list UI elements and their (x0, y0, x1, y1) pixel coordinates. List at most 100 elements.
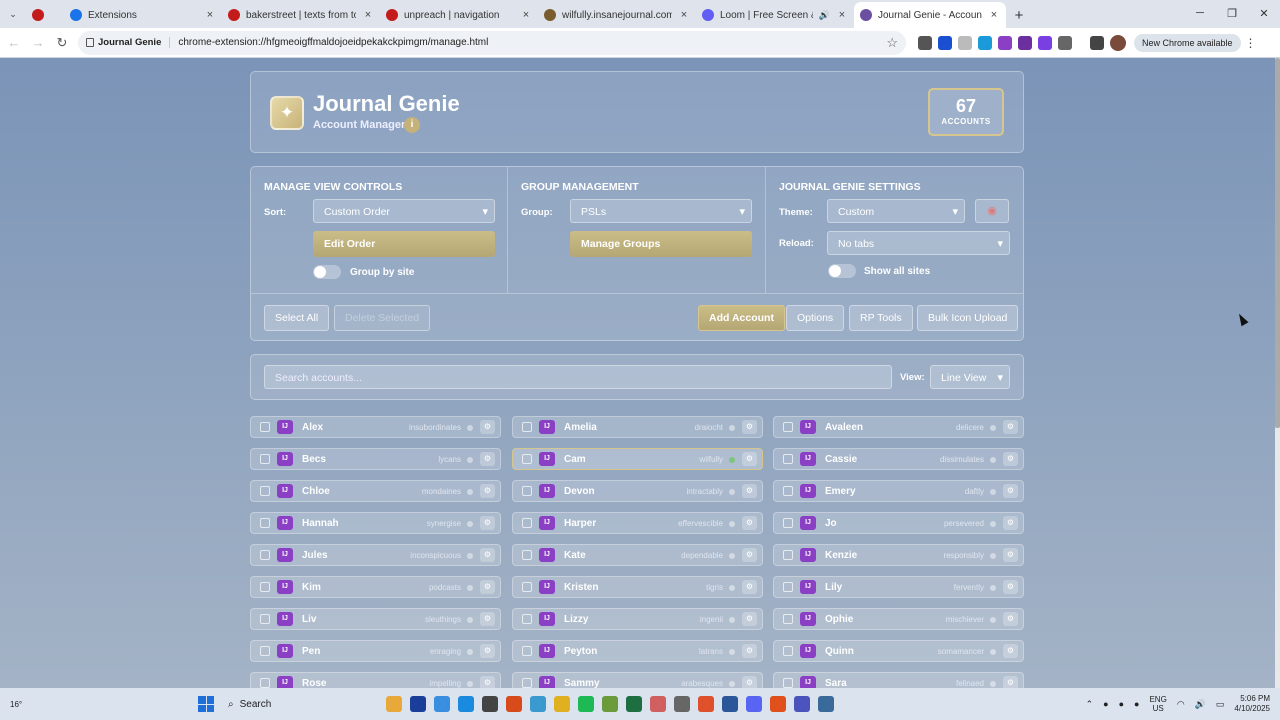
account-row[interactable]: IJ Lily fervently ⚙ (773, 576, 1024, 598)
account-name[interactable]: Becs (302, 454, 326, 465)
close-tab-icon[interactable]: × (362, 9, 374, 21)
account-checkbox[interactable] (260, 614, 270, 624)
account-row[interactable]: IJ Sara felinaed ⚙ (773, 672, 1024, 688)
weather-widget[interactable]: 16° (0, 700, 60, 709)
account-checkbox[interactable] (783, 614, 793, 624)
menu-kebab-icon[interactable]: ⋮ (1245, 36, 1257, 50)
gear-icon[interactable]: ⚙ (742, 644, 757, 658)
app-icon[interactable] (506, 696, 522, 712)
tab-journal-genie[interactable]: Journal Genie - Account Manag × (854, 2, 1006, 28)
reload-icon[interactable]: ↻ (50, 35, 74, 51)
rp-tools-button[interactable]: RP Tools (849, 305, 913, 331)
app-icon[interactable] (602, 696, 618, 712)
account-checkbox[interactable] (783, 678, 793, 688)
account-row[interactable]: IJ Kristen tigris ⚙ (512, 576, 763, 598)
group-select[interactable]: PSLs (570, 199, 752, 223)
account-row[interactable]: IJ Amelia draiocht ⚙ (512, 416, 763, 438)
close-window-icon[interactable]: ✕ (1248, 0, 1280, 26)
tray-icon[interactable]: ● (1134, 699, 1139, 709)
gear-icon[interactable]: ⚙ (742, 484, 757, 498)
palette-icon[interactable]: ◉ (975, 199, 1009, 223)
view-select[interactable]: Line View (930, 365, 1010, 389)
close-tab-icon[interactable]: × (836, 9, 848, 21)
volume-icon[interactable]: 🔊 (1195, 699, 1206, 710)
account-row[interactable]: IJ Kate dependable ⚙ (512, 544, 763, 566)
account-row[interactable]: IJ Avaleen delicere ⚙ (773, 416, 1024, 438)
forward-icon[interactable]: → (26, 35, 50, 50)
close-tab-icon[interactable]: × (988, 9, 1000, 21)
app-icon[interactable] (650, 696, 666, 712)
account-row[interactable]: IJ Chloe mondaines ⚙ (250, 480, 501, 502)
gear-icon[interactable]: ⚙ (480, 420, 495, 434)
tab-loom[interactable]: Loom | Free Screen & Video 🔊 × (696, 2, 854, 28)
gear-icon[interactable]: ⚙ (1003, 452, 1018, 466)
account-name[interactable]: Kate (564, 550, 586, 561)
bookmark-star-icon[interactable]: ☆ (886, 35, 898, 51)
account-name[interactable]: Pen (302, 646, 320, 657)
account-checkbox[interactable] (260, 518, 270, 528)
search-input[interactable]: Search accounts... (264, 365, 892, 389)
account-checkbox[interactable] (783, 486, 793, 496)
gear-icon[interactable]: ⚙ (480, 676, 495, 688)
select-all-button[interactable]: Select All (264, 305, 330, 331)
file-explorer-icon[interactable] (386, 696, 402, 712)
spotify-icon[interactable] (578, 696, 594, 712)
account-name[interactable]: Jules (302, 550, 328, 561)
camera-icon[interactable] (958, 35, 972, 50)
new-chrome-button[interactable]: New Chrome available (1134, 33, 1241, 52)
firefox-icon[interactable] (698, 696, 714, 712)
gear-icon[interactable]: ⚙ (742, 612, 757, 626)
gear-icon[interactable]: ⚙ (742, 548, 757, 562)
account-checkbox[interactable] (522, 678, 532, 688)
account-name[interactable]: Kim (302, 582, 321, 593)
tray-icon[interactable]: ● (1119, 699, 1124, 709)
extension-icon[interactable] (1038, 35, 1052, 50)
delete-selected-button[interactable]: Delete Selected (334, 305, 431, 331)
account-row[interactable]: IJ Harper effervescible ⚙ (512, 512, 763, 534)
account-checkbox[interactable] (260, 422, 270, 432)
account-checkbox[interactable] (783, 646, 793, 656)
app-icon[interactable] (818, 696, 834, 712)
gear-icon[interactable]: ⚙ (1003, 420, 1018, 434)
start-windows-icon[interactable] (198, 696, 214, 712)
tab-list-icon[interactable] (1090, 35, 1104, 50)
address-bar[interactable]: Journal Genie chrome-extension://hfgmeoi… (78, 30, 906, 55)
gear-icon[interactable]: ⚙ (480, 644, 495, 658)
account-row[interactable]: IJ Quinn somamancer ⚙ (773, 640, 1024, 662)
gear-icon[interactable]: ⚙ (742, 580, 757, 594)
account-name[interactable]: Sara (825, 678, 847, 688)
account-row[interactable]: IJ Kenzie responsibly ⚙ (773, 544, 1024, 566)
account-checkbox[interactable] (783, 582, 793, 592)
account-checkbox[interactable] (260, 582, 270, 592)
gear-icon[interactable]: ⚙ (1003, 612, 1018, 626)
account-name[interactable]: Amelia (564, 422, 597, 433)
options-button[interactable]: Options (786, 305, 845, 331)
app-icon[interactable] (674, 696, 690, 712)
account-row[interactable]: IJ Lizzy ingenii ⚙ (512, 608, 763, 630)
show-all-sites-toggle[interactable] (828, 264, 856, 278)
brave-icon[interactable] (770, 696, 786, 712)
gear-icon[interactable]: ⚙ (1003, 580, 1018, 594)
account-row[interactable]: IJ Jules inconspicuous ⚙ (250, 544, 501, 566)
account-name[interactable]: Cam (564, 454, 586, 465)
theme-select[interactable]: Custom (827, 199, 965, 223)
gear-icon[interactable]: ⚙ (480, 612, 495, 626)
account-checkbox[interactable] (783, 518, 793, 528)
account-name[interactable]: Harper (564, 518, 596, 529)
gear-icon[interactable]: ⚙ (742, 420, 757, 434)
app-icon[interactable] (410, 696, 426, 712)
sort-select[interactable]: Custom Order (313, 199, 495, 223)
account-name[interactable]: Rose (302, 678, 326, 688)
avatar[interactable] (1110, 34, 1126, 51)
gear-icon[interactable]: ⚙ (1003, 548, 1018, 562)
extension-icon[interactable] (938, 35, 952, 50)
extension-icon[interactable] (978, 35, 992, 50)
account-checkbox[interactable] (260, 454, 270, 464)
group-by-site-toggle[interactable] (313, 265, 341, 279)
account-name[interactable]: Lily (825, 582, 842, 593)
account-name[interactable]: Kristen (564, 582, 598, 593)
chrome-icon[interactable] (554, 696, 570, 712)
account-name[interactable]: Emery (825, 486, 856, 497)
account-row[interactable]: IJ Hannah synergise ⚙ (250, 512, 501, 534)
teams-icon[interactable] (794, 696, 810, 712)
